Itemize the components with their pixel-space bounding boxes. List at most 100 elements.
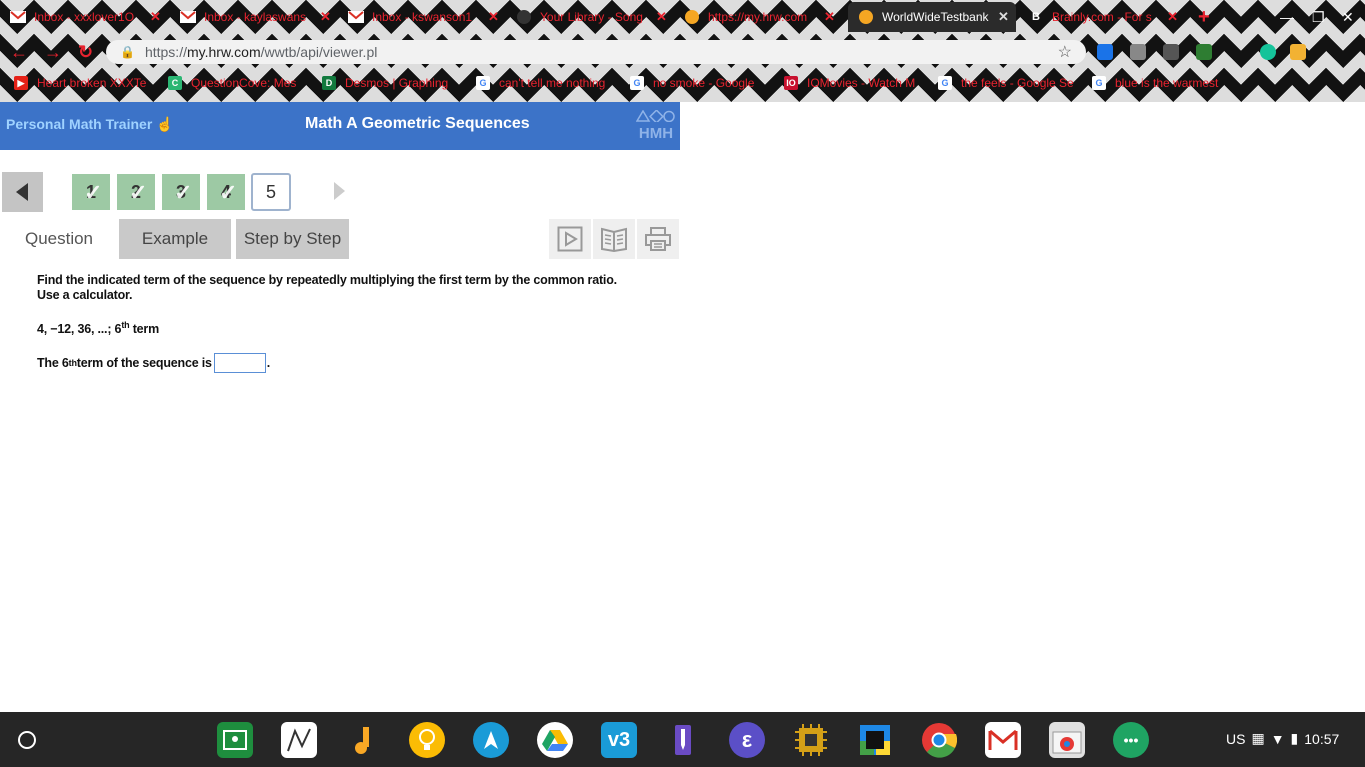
colorful-square-icon[interactable] [857,722,893,758]
video-button[interactable] [549,219,591,259]
bookmark-star-icon[interactable]: ☆ [1058,42,1072,62]
question-2-button[interactable]: 2 ✓ [117,174,155,210]
close-icon[interactable]: ✕ [150,9,161,25]
ebook-button[interactable] [593,219,635,259]
question-1-button[interactable]: 1 ✓ [72,174,110,210]
vectr-icon[interactable] [473,722,509,758]
google-drive-icon[interactable] [537,722,573,758]
extension-icon[interactable] [1163,44,1179,60]
ime-icon: ▦ [1251,730,1265,746]
print-button[interactable] [637,219,679,259]
extension-icon[interactable] [1097,44,1113,60]
tab-title: Brainly.com - For s [1052,10,1152,24]
tab-inbox-1[interactable]: Inbox - xxxlover1O ✕ [0,2,170,32]
bookmark-item[interactable]: Gthe feels - Google Se [938,76,1074,90]
tab-brainly[interactable]: B Brainly.com - For s ✕ [1018,2,1178,32]
battery-icon: ▮ [1290,730,1299,746]
keep-icon[interactable] [409,722,445,758]
google-icon: G [938,76,952,90]
question-4-button[interactable]: 4 ✓ [207,174,245,210]
orange-circle-icon [858,9,874,25]
extension-icon[interactable] [1196,44,1212,60]
tab-title: WorldWideTestbank [882,10,989,24]
page-title: Math A Geometric Sequences [305,115,530,132]
bookmark-item[interactable]: Gcan't tell me nothing [476,76,605,90]
tab-worldwidetestbank[interactable]: WorldWideTestbank ✕ [848,2,1016,32]
bookmark-item[interactable]: IO IOMovies - Watch M [784,76,915,90]
instruction-text: Find the indicated term of the sequence … [37,273,617,287]
system-tray[interactable]: US ▦ ▼ ▮ 10:57 [1226,730,1339,747]
minimize-button[interactable]: — [1280,9,1294,25]
window-close-button[interactable]: ✕ [1342,9,1354,26]
bookmark-item[interactable]: Gno smoke - Google [630,76,754,90]
bookmark-item[interactable]: C QuestionCove: Mes [168,76,296,90]
desmos-app-icon[interactable] [281,722,317,758]
next-question-button[interactable] [332,181,346,206]
close-icon[interactable]: ✕ [488,9,499,25]
previous-question-button[interactable] [2,172,43,212]
close-icon[interactable]: ✕ [320,9,331,25]
close-icon[interactable]: ✕ [824,9,835,25]
google-icon: G [1092,76,1106,90]
chip-icon[interactable] [793,722,829,758]
locale-label: US [1226,730,1246,747]
restore-button[interactable]: ❐ [1312,9,1325,26]
shapes-icon [635,109,675,124]
clock: 10:57 [1304,730,1340,747]
epiphany-icon[interactable]: ε [729,722,765,758]
launcher-button[interactable] [18,731,36,749]
triangle-right-icon [334,182,345,200]
bookmark-item[interactable]: ▶ Heart broken XXXTe [14,76,146,90]
gmail-app-icon[interactable] [985,722,1021,758]
answer-input[interactable] [213,353,266,373]
hangouts-icon[interactable]: ••• [1113,722,1149,758]
address-bar[interactable]: 🔒 https://my.hrw.com/wwtb/api/viewer.pl … [106,40,1086,64]
extension-icon[interactable] [1290,44,1306,60]
music-note-icon[interactable] [345,722,381,758]
gmail-icon [180,9,196,25]
chrome-webstore-icon[interactable] [1049,722,1085,758]
question-3-button[interactable]: 3 ✓ [162,174,200,210]
google-icon: G [630,76,644,90]
iomovies-icon: IO [784,76,798,90]
tab-example[interactable]: Example [119,219,231,259]
v3-icon[interactable]: v3 [601,722,637,758]
tab-inbox-3[interactable]: Inbox - kswanson1 ✕ [338,2,508,32]
tab-spotify[interactable]: Your Library - Song ✕ [506,2,676,32]
close-icon[interactable]: ✕ [1167,9,1178,25]
grammarly-icon[interactable] [1260,44,1276,60]
tab-inbox-2[interactable]: Inbox - kaylaswans ✕ [170,2,340,32]
close-icon[interactable]: ✕ [656,9,667,25]
gmail-icon [348,9,364,25]
url-text: https://my.hrw.com/wwtb/api/viewer.pl [144,44,378,60]
reload-button[interactable]: ↻ [78,42,93,63]
new-tab-button[interactable]: + [1198,6,1210,29]
answer-line: The 6th term of the sequence is . [37,353,270,373]
bookmarks-bar: ▶ Heart broken XXXTe C QuestionCove: Mes D… [0,72,1365,96]
google-classroom-icon[interactable] [217,722,253,758]
checkmark-icon: ✓ [129,180,148,205]
tab-step-by-step[interactable]: Step by Step [236,219,349,259]
purple-pen-icon[interactable] [665,722,701,758]
tab-question[interactable]: Question [16,219,102,259]
bookmark-item[interactable]: D Desmos | Graphing [322,76,448,90]
lock-icon: 🔒 [120,45,135,59]
sequence-text: 4, −12, 36, ...; 6th term [37,320,159,337]
back-button[interactable]: ← [10,42,28,63]
pmt-header: Personal Math Trainer ☝ Math A Geometric… [0,102,680,150]
forward-button[interactable]: → [44,42,62,63]
extension-icon[interactable] [1130,44,1146,60]
question-5-button[interactable]: 5 [251,173,291,211]
book-icon [601,227,627,252]
hand-icon: ☝ [156,116,174,132]
chrome-icon[interactable] [921,722,957,758]
bookmark-item[interactable]: Gblue is the warmest [1092,76,1218,90]
gmail-icon [10,9,26,25]
close-icon[interactable]: ✕ [998,9,1009,25]
google-icon: G [476,76,490,90]
hmh-logo: HMH [635,109,676,142]
brainly-icon: B [1032,11,1040,23]
desmos-icon: D [322,76,336,90]
instruction-text: Use a calculator. [37,288,133,302]
tab-hrw[interactable]: https://my.hrw.com ✕ [674,2,844,32]
